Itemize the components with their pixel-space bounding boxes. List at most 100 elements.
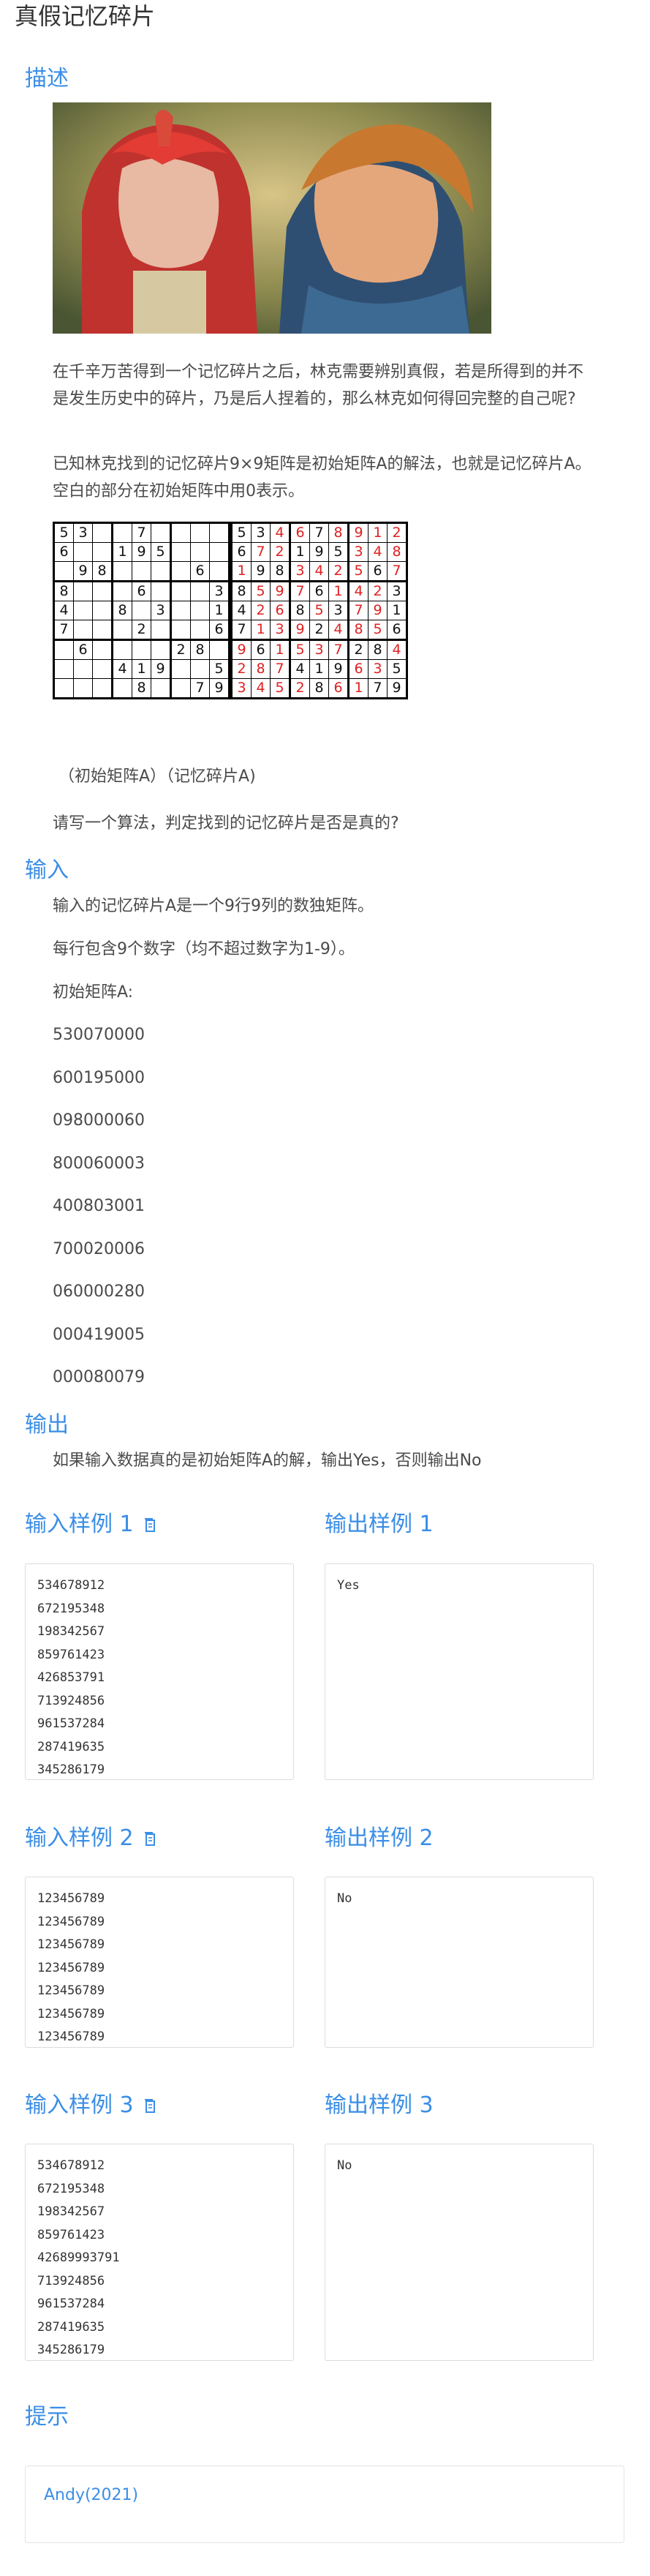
copy-icon[interactable] — [144, 1518, 156, 1533]
sudoku-cell: 9 — [309, 542, 329, 562]
sudoku-cell: 1 — [368, 522, 388, 543]
sudoku-cell: 4 — [368, 542, 388, 562]
sample-line: 859761423 — [37, 2227, 105, 2242]
sudoku-cell: 3 — [328, 601, 349, 620]
sample-3-output-box[interactable]: No — [325, 2144, 594, 2361]
sudoku-cell: 4 — [111, 659, 132, 679]
output-line-1: 如果输入数据真的是初始矩阵A的解，输出Yes，否则输出No — [53, 1452, 482, 1470]
sudoku-cell: 8 — [53, 580, 74, 601]
input-heading: 输入 — [25, 857, 69, 883]
sudoku-cell: 4 — [289, 659, 310, 679]
sudoku-cell — [190, 580, 210, 601]
sample-line: 287419635 — [37, 1739, 105, 1754]
sudoku-cell: 9 — [209, 678, 230, 699]
sudoku-cell: 5 — [209, 659, 230, 679]
sudoku-cell: 1 — [111, 542, 132, 562]
sudoku-cell: 5 — [53, 522, 74, 543]
sudoku-cell: 9 — [289, 620, 310, 640]
sample-line: 961537284 — [37, 1716, 105, 1731]
sample-2-input-box[interactable]: 123456789 123456789 123456789 123456789 1234… — [25, 1877, 294, 2048]
sudoku-cell: 7 — [132, 522, 151, 543]
sample-line: 345286179 — [37, 2343, 105, 2357]
sudoku-cell: 3 — [251, 522, 271, 543]
sudoku-cell — [151, 580, 171, 601]
copy-icon[interactable] — [144, 1832, 156, 1847]
sample-3-input-box[interactable]: 534678912 672195348 198342567 859761423 4268… — [25, 2144, 294, 2361]
sudoku-cell — [132, 601, 151, 620]
sample-line: 713924856 — [37, 2273, 105, 2288]
copy-icon[interactable] — [144, 2099, 156, 2114]
sudoku-cell — [132, 639, 151, 660]
sudoku-cell: 4 — [231, 601, 252, 620]
sudoku-cell: 3 — [231, 678, 252, 699]
sudoku-cell — [53, 659, 74, 679]
sample-3-output-lines: No — [337, 2155, 581, 2178]
sudoku-cell: 9 — [328, 659, 349, 679]
sudoku-figure: 537619598686348317266284195879 534678912… — [53, 522, 408, 699]
sudoku-cell — [92, 601, 113, 620]
sample-1-output-box[interactable]: Yes — [325, 1563, 594, 1780]
sudoku-cell: 1 — [132, 659, 151, 679]
sudoku-cell: 2 — [132, 620, 151, 640]
sudoku-cell: 1 — [289, 542, 310, 562]
matrix-row: 060000280 — [53, 1283, 145, 1301]
sudoku-cell: 5 — [368, 620, 388, 640]
matrix-row: 000419005 — [53, 1326, 145, 1344]
sudoku-cell: 4 — [251, 678, 271, 699]
matrix-row: 700020006 — [53, 1240, 145, 1258]
sudoku-cell — [170, 522, 191, 543]
sudoku-cell — [111, 580, 132, 601]
sample-line: 42689993791 — [37, 2250, 120, 2265]
sample-line: 123456789 — [37, 1891, 105, 1906]
sudoku-cell — [92, 522, 113, 543]
author-link[interactable]: Andy(2021) — [44, 2486, 138, 2504]
sudoku-cell: 2 — [270, 542, 290, 562]
sudoku-cell: 7 — [387, 561, 407, 582]
sample-line: No — [337, 1891, 352, 1906]
sudoku-cell: 5 — [328, 542, 349, 562]
initial-matrix-grid: 537619598686348317266284195879 — [53, 522, 230, 699]
sudoku-cell: 6 — [53, 542, 74, 562]
sudoku-cell: 4 — [328, 620, 349, 640]
sample-2-output-box[interactable]: No — [325, 1877, 594, 2048]
sudoku-cell: 8 — [328, 522, 349, 543]
sudoku-cell: 7 — [368, 678, 388, 699]
sudoku-cell — [73, 580, 93, 601]
sample-2-input-title: 输入样例 2 — [25, 1824, 156, 1853]
sudoku-cell — [92, 678, 113, 699]
sudoku-cell — [190, 601, 210, 620]
sudoku-cell: 8 — [251, 659, 271, 679]
matrix-row: 600195000 — [53, 1069, 145, 1087]
sudoku-cell: 3 — [347, 542, 369, 562]
sudoku-cell: 7 — [289, 580, 310, 601]
sample-2-input-label: 输入样例 2 — [25, 1825, 134, 1851]
sample-2-output-title: 输出样例 2 — [325, 1825, 434, 1851]
sample-line: 123456789 — [37, 1983, 105, 1998]
sudoku-cell: 8 — [270, 561, 290, 582]
sudoku-cell: 1 — [251, 620, 271, 640]
sudoku-cell — [209, 542, 230, 562]
sudoku-cell — [111, 561, 132, 582]
sudoku-cell — [73, 542, 93, 562]
sudoku-cell — [151, 639, 171, 660]
sudoku-cell — [111, 639, 132, 660]
sudoku-cell: 8 — [132, 678, 151, 699]
sudoku-cell: 6 — [270, 601, 290, 620]
sudoku-cell: 6 — [73, 639, 93, 660]
sudoku-cell: 2 — [328, 561, 349, 582]
sample-1-input-lines: 534678912 672195348 198342567 859761423 4268… — [37, 1574, 281, 1782]
sample-line: 198342567 — [37, 1624, 105, 1639]
sudoku-cell: 9 — [73, 561, 93, 582]
hero-image — [53, 102, 491, 334]
sample-line: 672195348 — [37, 1601, 105, 1616]
sudoku-cell — [190, 542, 210, 562]
sample-1-input-label: 输入样例 1 — [25, 1512, 134, 1537]
sample-1-input-box[interactable]: 534678912 672195348 198342567 859761423 4268… — [25, 1563, 294, 1780]
sample-line: 123456789 — [37, 2006, 105, 2021]
sample-3-output-title: 输出样例 3 — [325, 2092, 434, 2118]
sample-3-input-title: 输入样例 3 — [25, 2091, 156, 2120]
sudoku-cell — [151, 561, 171, 582]
sudoku-cell: 2 — [170, 639, 191, 660]
sudoku-cell: 9 — [132, 542, 151, 562]
sudoku-cell: 6 — [209, 620, 230, 640]
